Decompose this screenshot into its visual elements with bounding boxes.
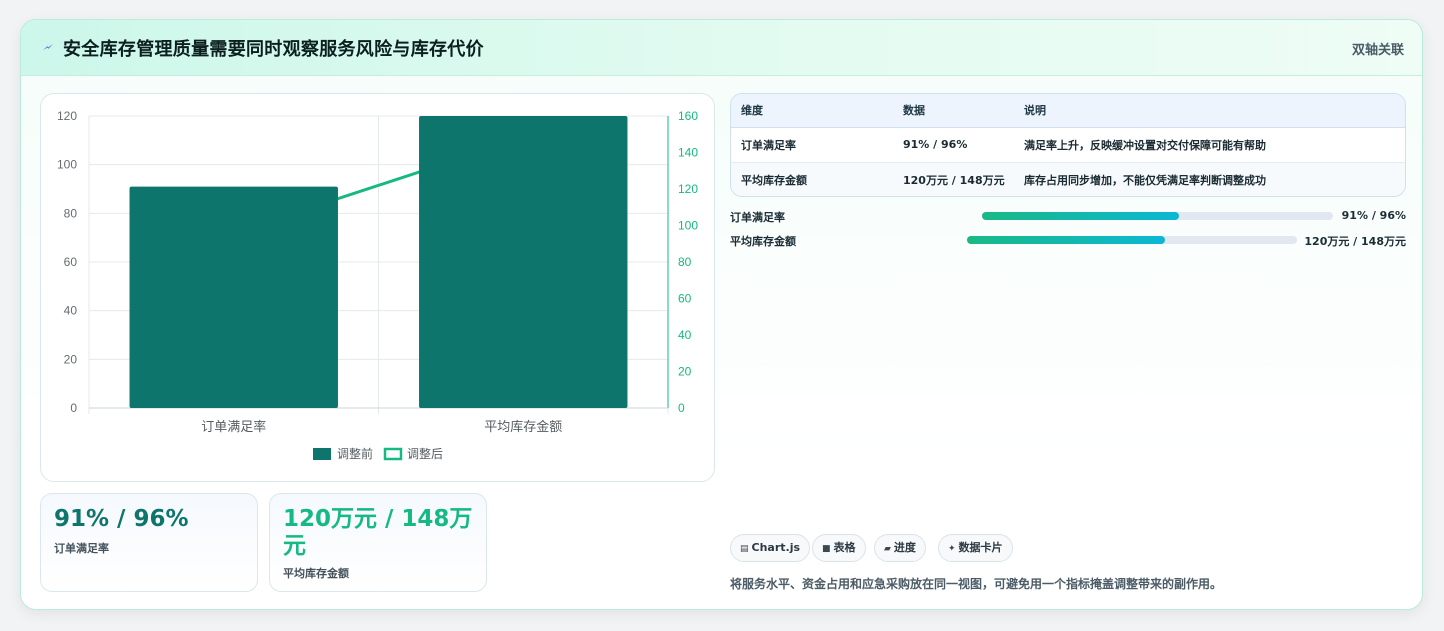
- tag-label: 数据卡片: [958, 541, 1003, 554]
- table-icon: ■: [822, 544, 831, 554]
- stat-value: 120万元 / 148万元: [283, 506, 473, 559]
- progress-row-inventory: 平均库存金额 120万元 / 148万元: [730, 232, 1406, 248]
- tag-table[interactable]: ■ 表格: [812, 534, 866, 562]
- y-right-tick-label: 120: [678, 182, 698, 196]
- chart-panel: 0 20 40 60 80 100 120 0 20 40 60 80 100 120 140 160 订单满足…: [40, 93, 715, 482]
- progress-label: 平均库存金额: [730, 235, 796, 248]
- progress-icon: ▰: [884, 544, 891, 554]
- y-right-tick-label: 160: [678, 109, 698, 123]
- table-row: 平均库存金额 120万元 / 148万元 库存占用同步增加，不能仅凭满足率判断调…: [731, 162, 1405, 196]
- progress-label: 订单满足率: [730, 211, 785, 224]
- y-right-tick-label: 0: [678, 401, 685, 415]
- y-right-tick-label: 80: [678, 255, 692, 269]
- dual-axis-badge: 双轴关联: [1351, 43, 1404, 58]
- table-cell: 120万元 / 148万元: [893, 162, 1014, 196]
- progress-row-fulfillment: 订单满足率 91% / 96%: [730, 208, 1406, 224]
- stat-card-inventory: 120万元 / 148万元 平均库存金额: [269, 493, 487, 592]
- dashboard-card: 安全库存管理质量需要同时观察服务风险与库存代价 双轴关联 0 20 40 60 80 10…: [20, 19, 1423, 610]
- legend-label-after: 调整后: [407, 446, 443, 461]
- stat-value: 91% / 96%: [54, 506, 189, 532]
- column-header-data: 数据: [893, 94, 1014, 128]
- y-right-tick-label: 60: [678, 292, 692, 306]
- y-left-tick-label: 0: [70, 401, 77, 415]
- tag-label: 进度: [893, 541, 916, 554]
- y-left-tick-label: 60: [64, 255, 78, 269]
- tag-label: 表格: [833, 541, 856, 554]
- progress-track: [967, 236, 1297, 244]
- y-right-tick-label: 100: [678, 219, 698, 233]
- table-row: 订单满足率 91% / 96% 满足率上升，反映缓冲设置对交付保障可能有帮助: [731, 127, 1405, 163]
- column-header-note: 说明: [1014, 94, 1405, 128]
- y-right-tick-label: 140: [678, 146, 698, 160]
- bar-before: [129, 186, 338, 408]
- column-header-dimension: 维度: [731, 94, 893, 128]
- y-right-tick-label: 40: [678, 328, 692, 342]
- legend-label-before: 调整前: [337, 446, 373, 461]
- y-left-tick-label: 120: [57, 109, 77, 123]
- tag-chartjs[interactable]: ▤ Chart.js: [730, 534, 811, 562]
- chart-icon: ▤: [740, 544, 749, 554]
- tag-data-card[interactable]: ✦ 数据卡片: [938, 534, 1013, 562]
- table-cell: 库存占用同步增加，不能仅凭满足率判断调整成功: [1014, 162, 1405, 196]
- combo-chart: 0 20 40 60 80 100 120 0 20 40 60 80 100 120 140 160 订单满足…: [57, 109, 698, 461]
- progress-fill: [967, 236, 1165, 244]
- table-cell: 订单满足率: [731, 127, 893, 163]
- y-left-tick-label: 40: [64, 304, 78, 318]
- y-left-tick-label: 20: [64, 352, 78, 366]
- progress-fill: [982, 212, 1179, 220]
- tag-progress[interactable]: ▰ 进度: [874, 534, 926, 562]
- y-left-tick-label: 80: [64, 206, 78, 220]
- lightning-icon: [43, 44, 53, 50]
- tag-label: Chart.js: [751, 541, 801, 554]
- legend-swatch-after: [383, 447, 403, 461]
- stat-label: 平均库存金额: [283, 567, 349, 580]
- x-tick-label: 平均库存金额: [484, 419, 562, 435]
- table-cell: 91% / 96%: [893, 127, 1014, 163]
- table-cell: 平均库存金额: [731, 162, 893, 196]
- progress-track: [982, 212, 1333, 220]
- table-cell: 满足率上升，反映缓冲设置对交付保障可能有帮助: [1014, 127, 1405, 163]
- card-header: 安全库存管理质量需要同时观察服务风险与库存代价 双轴关联: [21, 20, 1422, 76]
- x-tick-label: 订单满足率: [201, 419, 266, 435]
- y-right-tick-label: 20: [678, 365, 692, 379]
- stat-card-fulfillment: 91% / 96% 订单满足率: [40, 493, 258, 592]
- sparkle-icon: ✦: [948, 544, 956, 554]
- data-table: 维度 数据 说明 订单满足率 91% / 96% 满足率上升，反映缓冲设置对交付…: [730, 93, 1406, 197]
- progress-value: 91% / 96%: [1341, 209, 1406, 222]
- progress-value: 120万元 / 148万元: [1304, 235, 1406, 248]
- bar-before: [419, 116, 628, 408]
- stat-label: 订单满足率: [54, 542, 109, 555]
- footer-note: 将服务水平、资金占用和应急采购放在同一视图，可避免用一个指标掩盖调整带来的副作用…: [730, 577, 1223, 591]
- page-title: 安全库存管理质量需要同时观察服务风险与库存代价: [63, 39, 484, 60]
- y-left-tick-label: 100: [57, 158, 77, 172]
- legend-swatch-before: [313, 448, 331, 460]
